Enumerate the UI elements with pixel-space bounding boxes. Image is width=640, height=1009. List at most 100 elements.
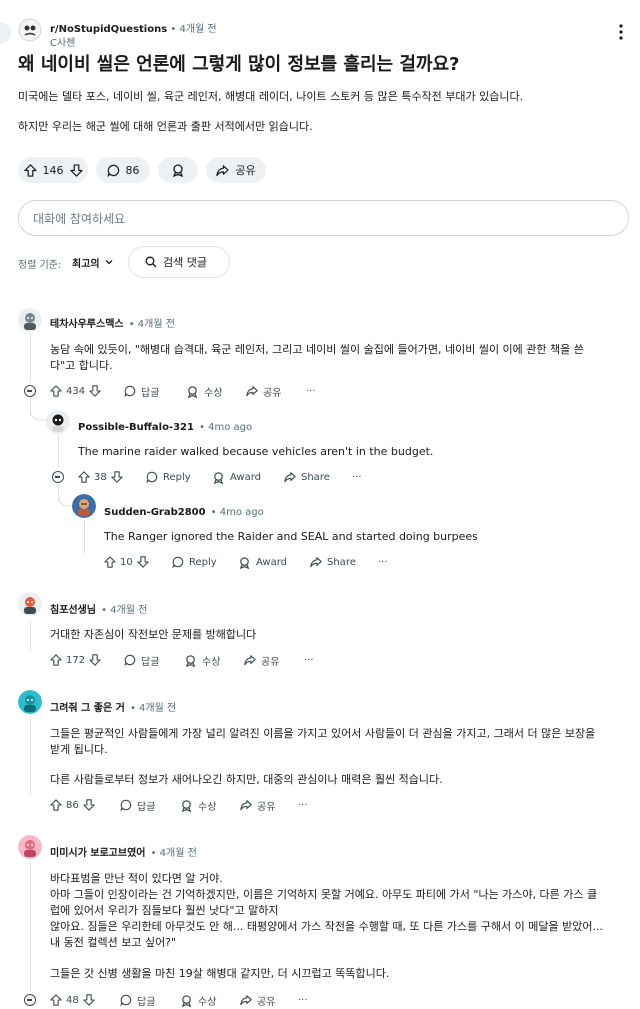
collapse-thread-icon[interactable] — [24, 385, 36, 397]
more-options-button[interactable]: ··· — [378, 554, 388, 570]
thread-rail[interactable] — [30, 620, 31, 650]
thread-rail[interactable] — [30, 334, 31, 382]
downvote-icon[interactable] — [83, 994, 95, 1006]
upvote-icon[interactable] — [23, 163, 37, 177]
reply-button[interactable]: 답글 — [120, 992, 155, 1008]
award-button[interactable]: 수상 — [186, 383, 222, 399]
thread-rail[interactable] — [84, 520, 85, 554]
share-button[interactable]: 공유 — [244, 652, 279, 668]
award-label: Award — [256, 556, 288, 568]
award-button[interactable]: 수상 — [180, 797, 216, 813]
avatar[interactable] — [18, 592, 42, 616]
award-button[interactable]: Award — [212, 469, 261, 485]
downvote-icon[interactable] — [83, 799, 95, 811]
comment-author[interactable]: Possible-Buffalo-321 — [78, 422, 194, 433]
collapse-thread-icon[interactable] — [52, 471, 64, 483]
share-label: Share — [327, 556, 356, 568]
award-icon — [181, 994, 192, 1007]
award-button[interactable]: 수상 — [184, 652, 220, 668]
reply-button[interactable]: Reply — [146, 469, 191, 485]
overflow-menu-icon[interactable] — [614, 22, 628, 42]
post-meta: r/NoStupidQuestions • 4개월 전 — [50, 20, 217, 35]
comment-vote-count: 10 — [120, 556, 133, 568]
comment-vote: 86 — [50, 797, 95, 813]
comment-author[interactable]: 그려줘 그 좋은 거 — [50, 703, 125, 714]
downvote-icon[interactable] — [111, 471, 123, 483]
share-button[interactable]: Share — [310, 554, 356, 570]
award-icon — [172, 164, 184, 177]
upvote-icon[interactable] — [50, 994, 62, 1006]
comment-vote-count: 48 — [66, 994, 79, 1006]
comment-author[interactable]: 미미시가 보로고브였어 — [50, 848, 145, 859]
award-button[interactable]: 수상 — [180, 992, 216, 1008]
upvote-icon[interactable] — [50, 799, 62, 811]
post-author[interactable]: C사첸 — [50, 34, 75, 49]
post-award-button[interactable] — [158, 157, 198, 183]
share-button[interactable]: 공유 — [240, 797, 275, 813]
comment-composer[interactable]: 대화에 참여하세요 — [18, 200, 629, 236]
chevron-down-icon — [105, 260, 113, 265]
more-options-button[interactable]: ··· — [298, 992, 308, 1008]
subreddit-avatar[interactable] — [18, 18, 42, 42]
comment-vote-count: 434 — [66, 385, 86, 397]
avatar[interactable] — [18, 835, 42, 859]
reply-button[interactable]: 답글 — [124, 652, 159, 668]
comment-author[interactable]: 침포선생님 — [50, 605, 96, 616]
share-icon — [216, 164, 230, 176]
award-label: 수상 — [198, 996, 217, 1008]
comment-text: 아마 그들이 인장이라는 건 기억하겠지만, 이름은 기억하지 못할 거예요. … — [50, 888, 598, 901]
reply-button[interactable]: Reply — [172, 554, 217, 570]
award-label: 수상 — [202, 656, 221, 668]
comment-header: 침포선생님 • 4개월 전 — [50, 598, 147, 617]
share-label: 공유 — [261, 656, 280, 668]
thread-rail[interactable] — [30, 718, 31, 796]
avatar[interactable] — [46, 410, 70, 434]
reply-button[interactable]: 답글 — [124, 383, 159, 399]
search-comments-button[interactable]: 검색 댓글 — [128, 246, 230, 278]
share-label: 공유 — [257, 996, 276, 1008]
comment-author[interactable]: 테차사우루스맥스 — [50, 319, 124, 330]
comment-age: • 4개월 전 — [150, 848, 197, 859]
share-button[interactable]: 공유 — [240, 992, 275, 1008]
share-icon — [284, 472, 296, 483]
comment-age: • 4mo ago — [210, 507, 264, 518]
more-options-button[interactable]: ··· — [306, 383, 316, 399]
upvote-icon[interactable] — [50, 654, 62, 666]
comment-text: 바다표범을 만난 적이 있다면 알 거야. — [50, 872, 223, 885]
downvote-icon[interactable] — [137, 556, 149, 568]
avatar[interactable] — [18, 690, 42, 714]
post-share-button[interactable]: 공유 — [206, 157, 266, 183]
share-button[interactable]: 공유 — [246, 383, 281, 399]
sort-dropdown[interactable]: 최고의 — [72, 254, 114, 270]
share-button[interactable]: Share — [284, 469, 330, 485]
reply-label: 답글 — [137, 801, 156, 813]
share-icon — [310, 557, 322, 568]
post-body-paragraph: 하지만 우리는 해군 씰에 대해 언론과 출판 서적에서만 읽습니다. — [18, 120, 313, 133]
comment-text: 다"고 합니다. — [50, 359, 113, 372]
back-button[interactable] — [0, 22, 12, 44]
award-button[interactable]: Award — [238, 554, 287, 570]
avatar[interactable] — [72, 494, 96, 518]
reply-button[interactable]: 답글 — [120, 797, 155, 813]
post-comments-button[interactable]: 86 — [96, 157, 150, 183]
upvote-icon[interactable] — [104, 556, 116, 568]
more-options-button[interactable]: ··· — [298, 797, 308, 813]
comment-text: 거대한 자존심이 작전보안 문제를 방해합니다 — [50, 628, 257, 641]
downvote-icon[interactable] — [89, 385, 101, 397]
thread-rail[interactable] — [30, 862, 31, 992]
comment-author[interactable]: Sudden-Grab2800 — [104, 507, 206, 518]
upvote-icon[interactable] — [50, 385, 62, 397]
downvote-icon[interactable] — [89, 654, 101, 666]
reply-label: 답글 — [141, 387, 160, 399]
share-icon — [240, 995, 252, 1006]
comment-header: 그려줘 그 좋은 거 • 4개월 전 — [50, 696, 176, 715]
collapse-thread-icon[interactable] — [24, 994, 36, 1006]
downvote-icon[interactable] — [69, 163, 83, 177]
thread-rail[interactable] — [58, 434, 59, 468]
award-label: 수상 — [204, 387, 223, 399]
more-options-button[interactable]: ··· — [304, 652, 314, 668]
avatar[interactable] — [18, 308, 42, 332]
more-options-button[interactable]: ··· — [352, 469, 362, 485]
upvote-icon[interactable] — [78, 471, 90, 483]
post-title: 왜 네이비 씰은 언론에 그렇게 많이 정보를 흘리는 걸까요? — [18, 54, 460, 75]
